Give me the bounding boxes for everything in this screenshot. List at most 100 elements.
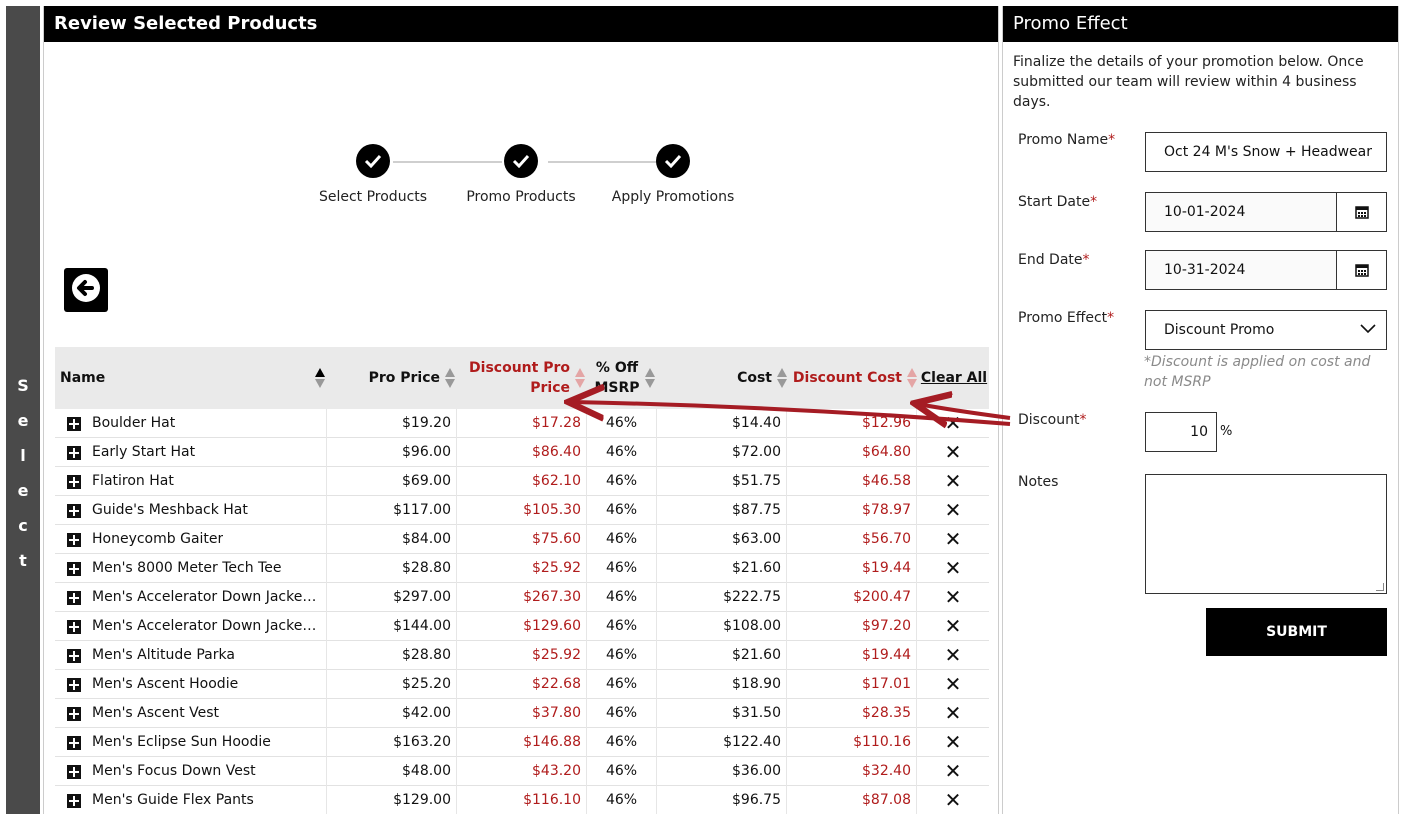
promo-effect-select[interactable]: Discount Promo	[1145, 310, 1387, 350]
cost-cell: $108.00	[657, 612, 787, 641]
name-cell: Men's Accelerator Down Jacket...	[55, 583, 327, 612]
remove-row-icon[interactable]: ✕	[917, 670, 989, 699]
remove-row-icon[interactable]: ✕	[917, 757, 989, 786]
discount-cost-cell: $78.97	[787, 496, 917, 525]
remove-row-icon[interactable]: ✕	[917, 438, 989, 467]
discount-pro-price-cell: $129.60	[457, 612, 587, 641]
th-discount-pro-price[interactable]: Discount Pro Price	[457, 347, 587, 409]
products-table: Name Pro Price Discount Pro Price % Off MS…	[55, 347, 989, 814]
remove-row-icon[interactable]: ✕	[917, 728, 989, 757]
left-side-strip[interactable]: S e l e c t	[6, 6, 40, 814]
expand-plus-icon[interactable]	[67, 619, 81, 634]
remove-row-icon[interactable]: ✕	[917, 496, 989, 525]
sort-icon[interactable]	[315, 368, 325, 388]
notes-label: Notes	[1018, 474, 1059, 490]
notes-textarea[interactable]	[1145, 474, 1387, 594]
discount-input[interactable]: 10	[1145, 412, 1217, 452]
sort-icon[interactable]	[644, 368, 655, 388]
submit-button[interactable]: SUBMIT	[1206, 608, 1387, 656]
expand-plus-icon[interactable]	[67, 561, 81, 576]
pct-off-cell: 46%	[587, 612, 657, 641]
expand-plus-icon[interactable]	[67, 793, 81, 808]
end-date-field[interactable]: 10-31-2024	[1145, 250, 1387, 290]
pct-off-cell: 46%	[587, 757, 657, 786]
remove-row-icon[interactable]: ✕	[917, 641, 989, 670]
expand-plus-icon[interactable]	[67, 706, 81, 721]
cost-cell: $87.75	[657, 496, 787, 525]
remove-row-icon[interactable]: ✕	[917, 467, 989, 496]
promo-name-label: Promo Name*	[1018, 132, 1116, 148]
sort-icon[interactable]	[777, 368, 787, 388]
expand-plus-icon[interactable]	[67, 677, 81, 692]
pro-price-cell: $129.00	[327, 786, 457, 814]
pct-off-cell: 46%	[587, 670, 657, 699]
remove-row-icon[interactable]: ✕	[917, 699, 989, 728]
sort-icon[interactable]	[445, 368, 455, 388]
pro-price-cell: $84.00	[327, 525, 457, 554]
product-name: Boulder Hat	[92, 415, 176, 431]
pro-price-cell: $69.00	[327, 467, 457, 496]
expand-plus-icon[interactable]	[67, 764, 81, 779]
pro-price-cell: $297.00	[327, 583, 457, 612]
back-button[interactable]	[64, 268, 108, 312]
remove-row-icon[interactable]: ✕	[917, 612, 989, 641]
start-date-field[interactable]: 10-01-2024	[1145, 192, 1387, 232]
strip-letter: t	[19, 551, 27, 570]
remove-row-icon[interactable]: ✕	[917, 786, 989, 814]
expand-plus-icon[interactable]	[67, 503, 81, 518]
table-row: Men's 8000 Meter Tech Tee $28.80 $25.92 46%…	[55, 554, 989, 583]
expand-plus-icon[interactable]	[67, 474, 81, 489]
discount-cost-cell: $110.16	[787, 728, 917, 757]
start-date-input[interactable]: 10-01-2024	[1146, 193, 1336, 231]
cost-cell: $21.60	[657, 554, 787, 583]
step-apply-promotions: Apply Promotions	[588, 144, 758, 205]
calendar-icon[interactable]	[1336, 193, 1386, 231]
table-row: Men's Ascent Hoodie $25.20 $22.68 46% $18.90…	[55, 670, 989, 699]
remove-row-icon[interactable]: ✕	[917, 583, 989, 612]
end-date-input[interactable]: 10-31-2024	[1146, 251, 1336, 289]
strip-letter: l	[20, 446, 26, 465]
name-cell: Men's Ascent Hoodie	[55, 670, 327, 699]
check-icon	[504, 144, 538, 178]
cost-cell: $222.75	[657, 583, 787, 612]
strip-letter: S	[17, 376, 29, 395]
cost-cell: $31.50	[657, 699, 787, 728]
expand-plus-icon[interactable]	[67, 532, 81, 547]
expand-plus-icon[interactable]	[67, 590, 81, 605]
check-icon	[356, 144, 390, 178]
cost-cell: $14.40	[657, 409, 787, 438]
resize-handle-icon[interactable]	[1376, 583, 1384, 591]
clear-all-link[interactable]: Clear All	[919, 347, 989, 409]
remove-row-icon[interactable]: ✕	[917, 409, 989, 438]
pro-price-cell: $28.80	[327, 641, 457, 670]
remove-row-icon[interactable]: ✕	[917, 525, 989, 554]
table-row: Men's Focus Down Vest $48.00 $43.20 46% $36.…	[55, 757, 989, 786]
expand-plus-icon[interactable]	[67, 445, 81, 460]
discount-cost-cell: $56.70	[787, 525, 917, 554]
arrow-left-icon	[70, 272, 102, 308]
th-pro-price[interactable]: Pro Price	[327, 347, 457, 409]
strip-letter: e	[17, 481, 29, 500]
expand-plus-icon[interactable]	[67, 648, 81, 663]
table-row: Men's Altitude Parka $28.80 $25.92 46% $21.6…	[55, 641, 989, 670]
calendar-icon[interactable]	[1336, 251, 1386, 289]
th-cost[interactable]: Cost	[657, 347, 789, 409]
th-discount-cost[interactable]: Discount Cost	[789, 347, 919, 409]
th-name[interactable]: Name	[60, 347, 327, 409]
expand-plus-icon[interactable]	[67, 416, 81, 431]
th-pct-off-msrp[interactable]: % Off MSRP	[587, 347, 662, 409]
pro-price-cell: $28.80	[327, 554, 457, 583]
progress-stepper: Select Products Promo Products Apply Pro…	[44, 144, 998, 214]
name-cell: Men's Focus Down Vest	[55, 757, 327, 786]
discount-pro-price-cell: $116.10	[457, 786, 587, 814]
promo-effect-panel: Promo Effect Finalize the details of you…	[1002, 6, 1399, 814]
expand-plus-icon[interactable]	[67, 735, 81, 750]
discount-cost-cell: $64.80	[787, 438, 917, 467]
remove-row-icon[interactable]: ✕	[917, 554, 989, 583]
promo-name-input[interactable]: Oct 24 M's Snow + Headwear	[1145, 132, 1387, 172]
cost-cell: $63.00	[657, 525, 787, 554]
name-cell: Men's Eclipse Sun Hoodie	[55, 728, 327, 757]
sort-icon[interactable]	[575, 368, 585, 388]
discount-cost-cell: $19.44	[787, 554, 917, 583]
sort-icon[interactable]	[907, 368, 917, 388]
